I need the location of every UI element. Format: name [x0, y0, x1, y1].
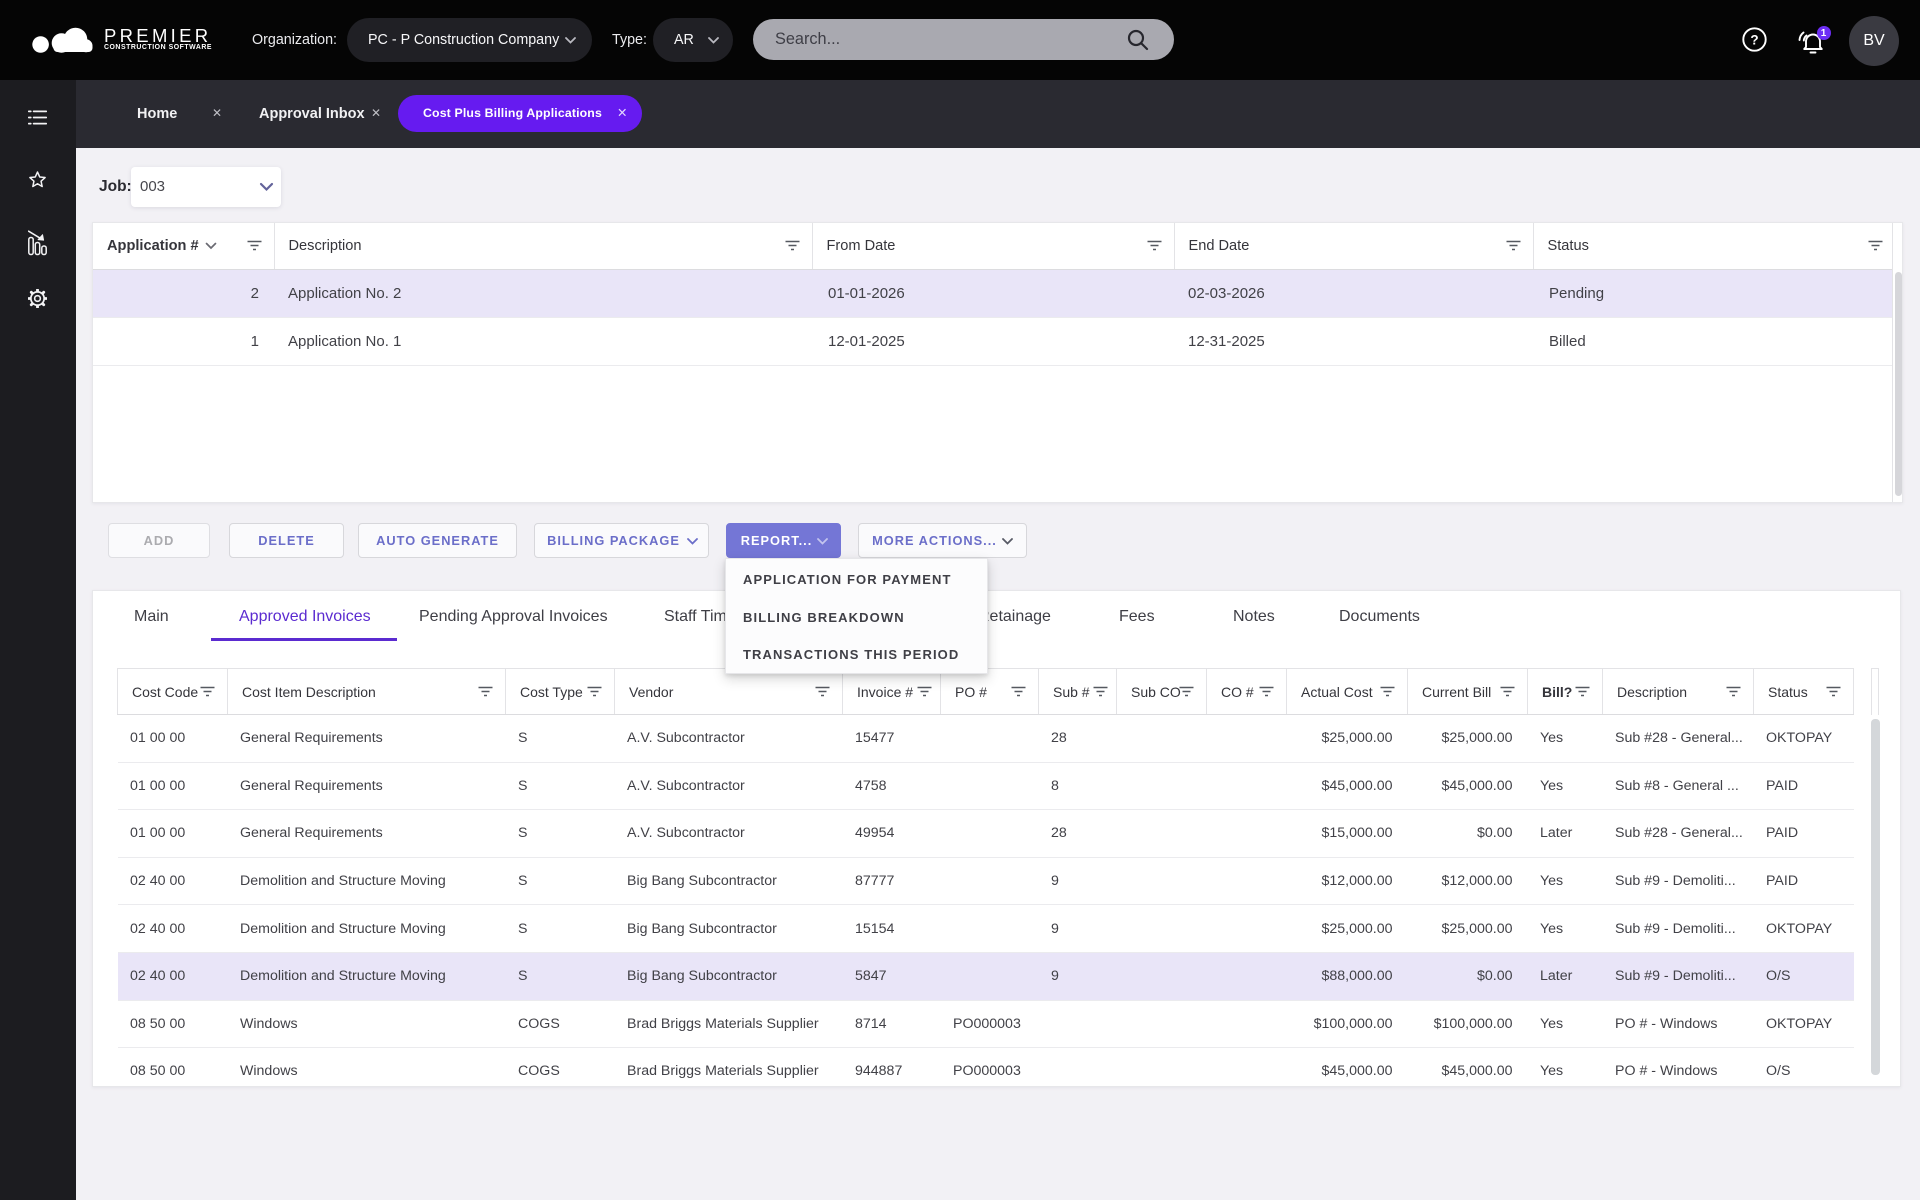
svg-text:?: ? [1750, 32, 1758, 47]
